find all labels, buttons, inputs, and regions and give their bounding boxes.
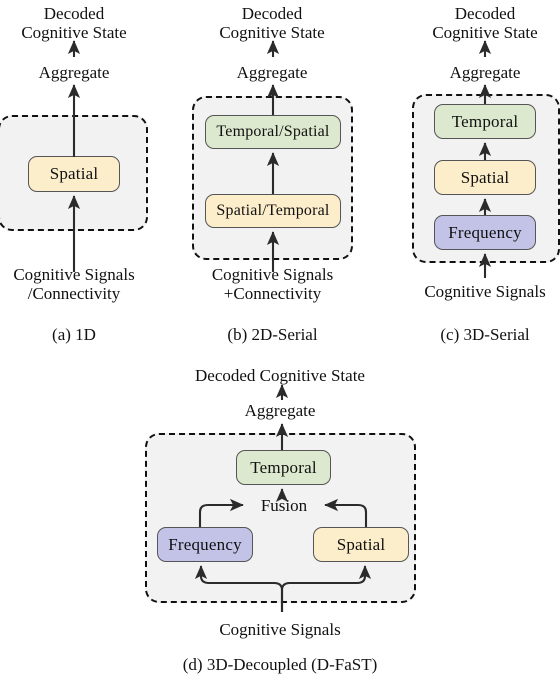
panel-d-box-frequency: Frequency [157, 527, 253, 562]
panel-b-box-temporal-spatial: Temporal/Spatial [205, 115, 341, 149]
panel-d-fusion-label: Fusion [260, 496, 308, 515]
panel-b-box-spatial-temporal: Spatial/Temporal [205, 194, 341, 228]
panel-a-caption: (a) 1D [52, 325, 96, 344]
panel-c-box-frequency: Frequency [434, 215, 536, 250]
panel-d-input-label: Cognitive Signals [219, 620, 341, 639]
panel-b-aggregate-label: Aggregate [236, 63, 308, 82]
panel-d-output-label: Decoded Cognitive State [195, 366, 365, 385]
panel-c-input-label: Cognitive Signals [424, 282, 546, 301]
panel-b-input-label: Cognitive Signals +Connectivity [211, 265, 334, 304]
figure-architecture-comparison: Decoded Cognitive State Aggregate Spatia… [0, 0, 560, 682]
panel-d-box-temporal: Temporal [236, 450, 331, 485]
panel-d-aggregate-label: Aggregate [244, 401, 316, 420]
panel-c-aggregate-label: Aggregate [449, 63, 521, 82]
panel-d-caption: (d) 3D-Decoupled (D-FaST) [182, 655, 378, 674]
panel-a-box-spatial: Spatial [28, 156, 120, 192]
panel-c-output-label: Decoded Cognitive State [432, 4, 538, 43]
panel-a-output-label: Decoded Cognitive State [21, 4, 127, 43]
panel-b-output-label: Decoded Cognitive State [219, 4, 325, 43]
panel-c-box-temporal: Temporal [434, 104, 536, 139]
panel-c-caption: (c) 3D-Serial [440, 325, 530, 344]
panel-d-box-spatial: Spatial [313, 527, 409, 562]
panel-a-aggregate-label: Aggregate [38, 63, 110, 82]
panel-b-caption: (b) 2D-Serial [227, 325, 318, 344]
panel-a-input-label: Cognitive Signals /Connectivity [13, 265, 135, 304]
panel-c-box-spatial: Spatial [434, 160, 536, 195]
